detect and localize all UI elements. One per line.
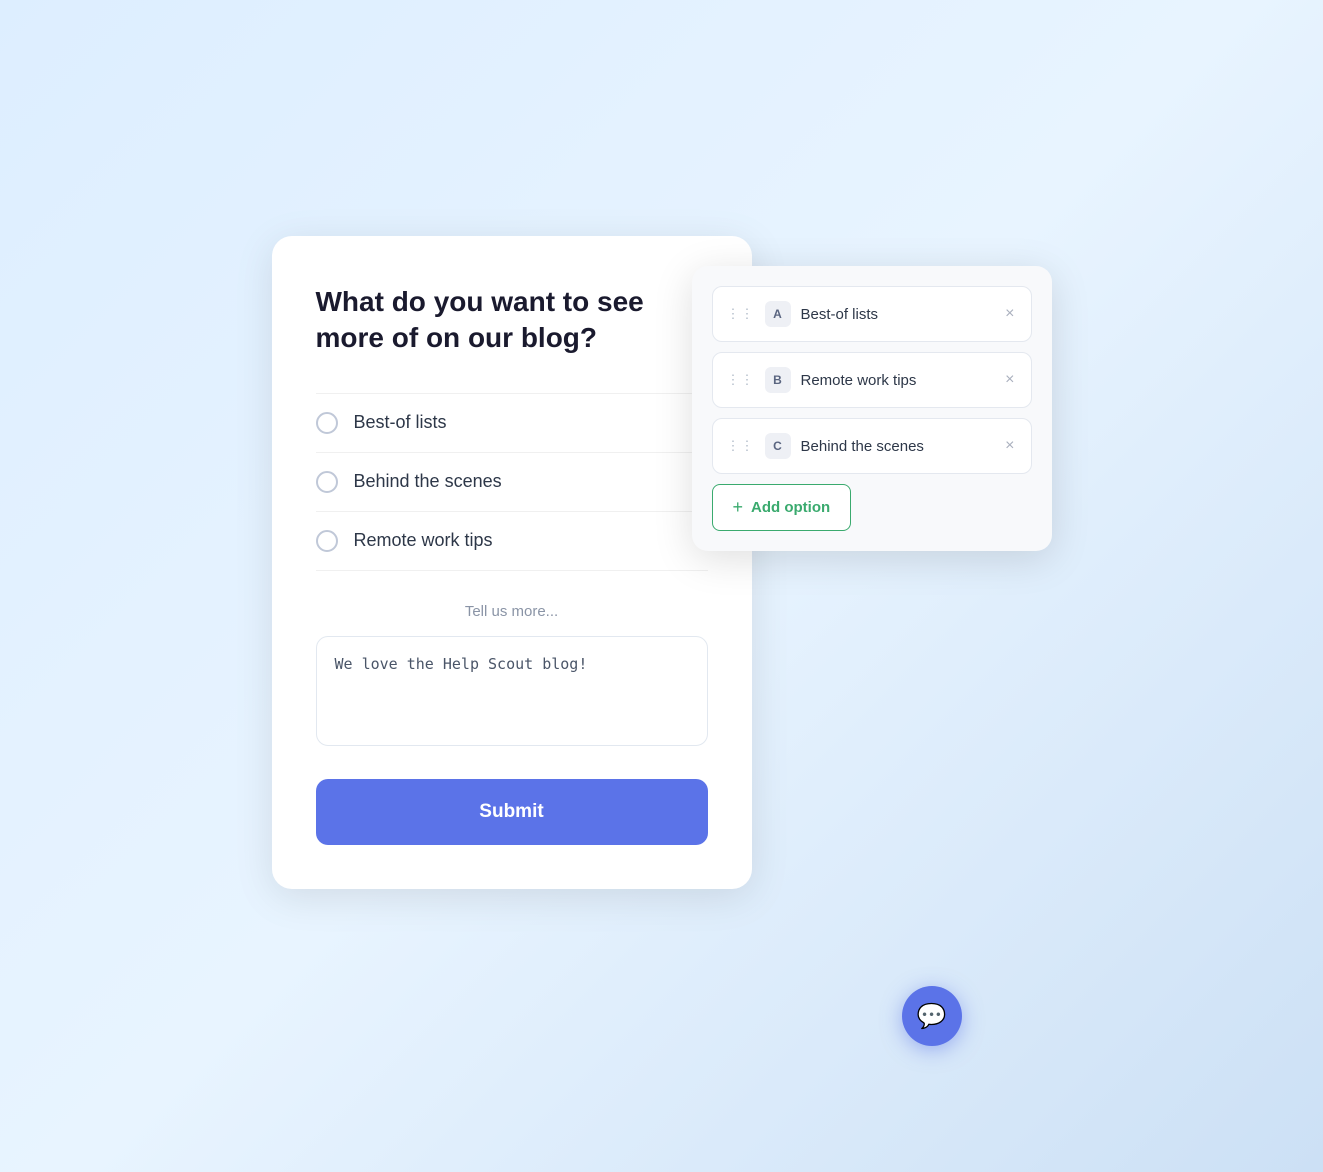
- drag-handle-c[interactable]: ⋮⋮: [727, 438, 755, 454]
- add-option-button[interactable]: + Add option: [712, 484, 852, 531]
- badge-b: B: [765, 367, 791, 393]
- add-option-label: Add option: [751, 499, 830, 516]
- radio-option-3[interactable]: [316, 530, 338, 552]
- chat-bubble[interactable]: 💬: [902, 986, 962, 1046]
- chat-icon: 💬: [917, 1002, 947, 1031]
- tell-us-more-label: Tell us more...: [316, 603, 708, 620]
- radio-option-1[interactable]: [316, 412, 338, 434]
- editor-text-c: Behind the scenes: [801, 438, 994, 455]
- drag-handle-a[interactable]: ⋮⋮: [727, 306, 755, 322]
- option-label-3: Remote work tips: [354, 530, 493, 551]
- submit-button[interactable]: Submit: [316, 779, 708, 845]
- editor-row-c: ⋮⋮ C Behind the scenes ×: [712, 418, 1032, 474]
- option-label-1: Best-of lists: [354, 412, 447, 433]
- editor-panel: ⋮⋮ A Best-of lists × ⋮⋮ B Remote work ti…: [692, 266, 1052, 551]
- plus-icon: +: [733, 497, 744, 518]
- option-label-2: Behind the scenes: [354, 471, 502, 492]
- close-button-c[interactable]: ×: [1003, 438, 1016, 454]
- close-button-b[interactable]: ×: [1003, 372, 1016, 388]
- options-list: Best-of lists Behind the scenes Remote w…: [316, 393, 708, 571]
- editor-row-a: ⋮⋮ A Best-of lists ×: [712, 286, 1032, 342]
- drag-handle-b[interactable]: ⋮⋮: [727, 372, 755, 388]
- editor-text-a: Best-of lists: [801, 306, 994, 323]
- feedback-textarea[interactable]: We love the Help Scout blog!: [316, 636, 708, 746]
- main-scene: What do you want to see more of on our b…: [272, 186, 1052, 986]
- radio-option-2[interactable]: [316, 471, 338, 493]
- list-item[interactable]: Remote work tips: [316, 512, 708, 571]
- close-button-a[interactable]: ×: [1003, 306, 1016, 322]
- survey-title: What do you want to see more of on our b…: [316, 284, 708, 357]
- badge-c: C: [765, 433, 791, 459]
- survey-card: What do you want to see more of on our b…: [272, 236, 752, 889]
- list-item[interactable]: Best-of lists: [316, 393, 708, 453]
- badge-a: A: [765, 301, 791, 327]
- editor-text-b: Remote work tips: [801, 372, 994, 389]
- list-item[interactable]: Behind the scenes: [316, 453, 708, 512]
- editor-row-b: ⋮⋮ B Remote work tips ×: [712, 352, 1032, 408]
